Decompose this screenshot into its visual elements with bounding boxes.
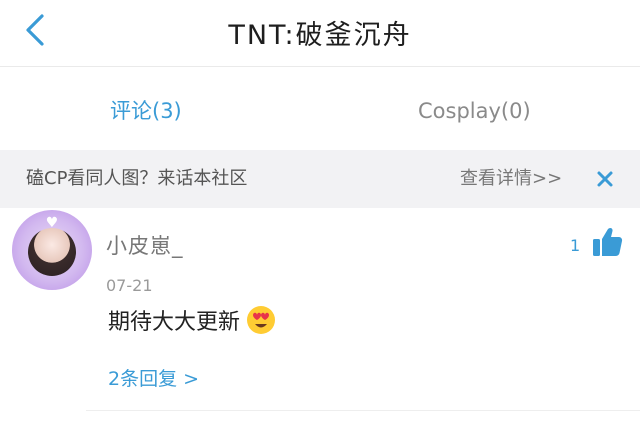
like-count: 1 [570,236,581,255]
close-banner-button[interactable] [590,164,620,194]
view-replies-link[interactable]: 2条回复 > [108,364,199,391]
comment-text: 期待大大更新 [108,310,241,335]
page-title: TNT:破釜沉舟 [228,19,412,51]
view-details-link[interactable]: 查看详情>> [460,150,562,208]
promo-banner-text: 磕CP看同人图？来话本社区 [26,168,248,189]
promo-banner: 磕CP看同人图？来话本社区 查看详情>> [0,150,640,208]
comment-divider [86,410,640,411]
tab-cosplay[interactable]: Cosplay(0) [418,86,531,136]
comment-date: 07-21 [106,276,153,295]
avatar-photo [28,228,76,276]
like-button[interactable] [590,225,624,259]
comment-username[interactable]: 小皮崽_ [106,230,184,260]
heart-icon: ♥ [45,215,59,231]
tab-comments[interactable]: 评论(3) [110,86,182,136]
close-icon [597,171,613,187]
tab-bar: 评论(3) Cosplay(0) [0,86,640,136]
thumbs-up-icon [593,227,623,256]
top-bar: TNT:破釜沉舟 [0,0,640,64]
comment-content: 期待大大更新 [108,304,276,336]
avatar[interactable]: ♥ [12,210,92,290]
header-divider [0,66,640,67]
back-button[interactable] [18,12,52,48]
chevron-left-icon [26,14,44,46]
heart-eyes-emoji-icon [246,305,276,335]
